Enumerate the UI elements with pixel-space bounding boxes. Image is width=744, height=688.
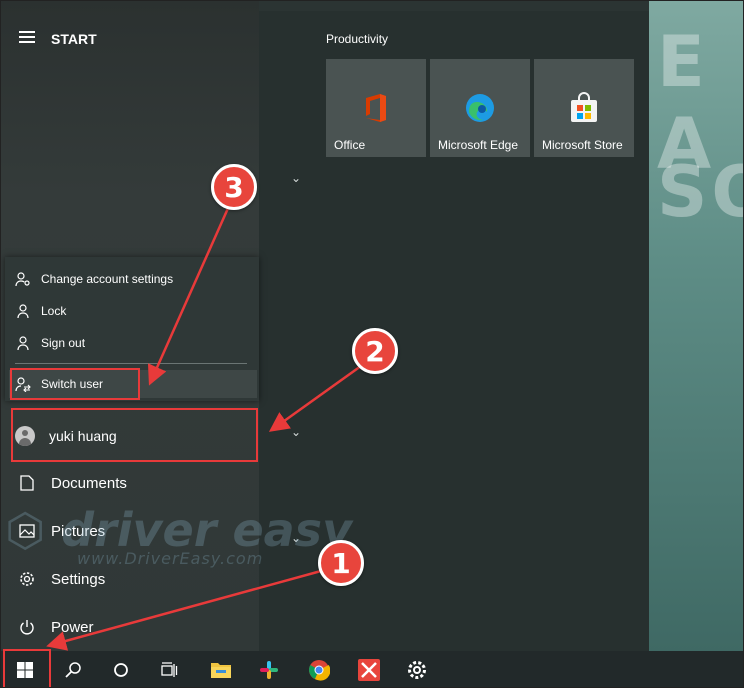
step-3-badge: 3 [211,164,257,210]
step-1-badge: 1 [318,540,364,586]
arrow-step2 [268,364,362,432]
arrow-step3 [147,205,231,386]
arrow-step1 [46,569,322,651]
step-2-badge: 2 [352,328,398,374]
screenshot-frame: E A SO START Change account settings Loc… [0,0,744,688]
